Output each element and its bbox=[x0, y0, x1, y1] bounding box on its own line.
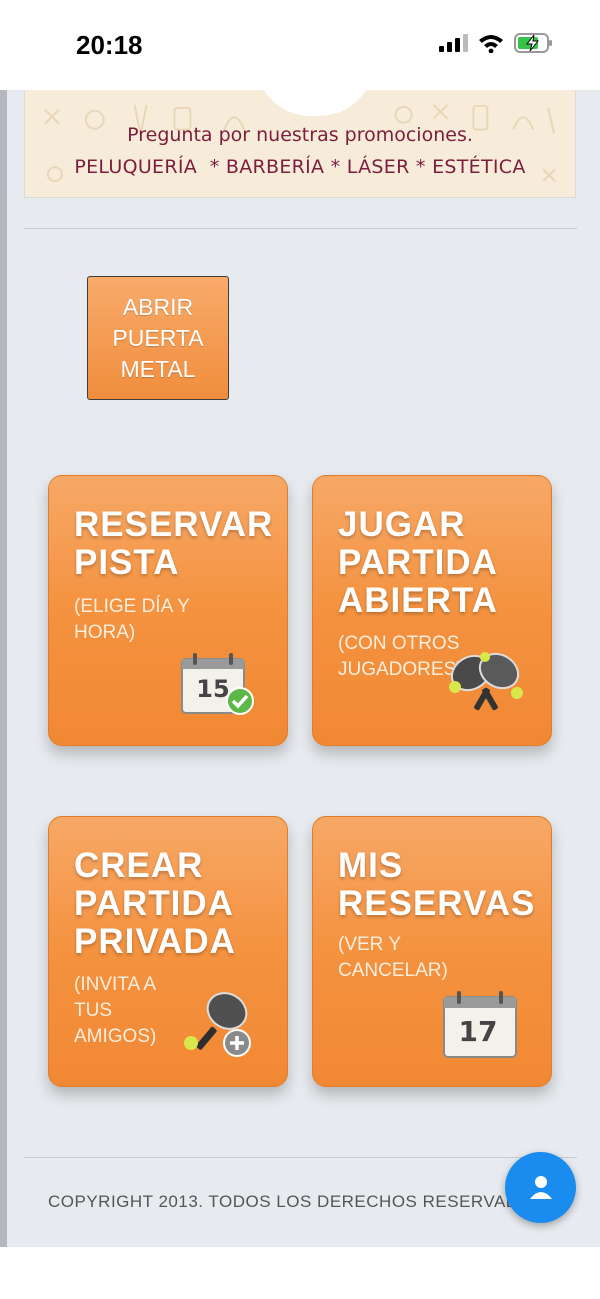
battery-charging-icon bbox=[514, 33, 552, 53]
calendar-check-icon: 15 bbox=[181, 653, 254, 715]
calendar-day-17: 17 bbox=[459, 1015, 498, 1048]
page-left-edge bbox=[0, 90, 7, 1247]
divider-bottom bbox=[24, 1157, 577, 1158]
open-metal-door-button[interactable]: ABRIR PUERTA METAL bbox=[87, 276, 229, 400]
status-icons bbox=[438, 32, 554, 54]
bottom-safe-area bbox=[0, 1247, 600, 1299]
status-bar: 20:18 bbox=[0, 0, 600, 90]
user-icon bbox=[529, 1175, 552, 1199]
banner-services-text: PELUQUERÍA * BARBERÍA * LÁSER * ESTÉTICA bbox=[74, 156, 526, 178]
tile-my-bookings[interactable]: MIS RESERVAS (VER Y CANCELAR) 17 bbox=[312, 816, 552, 1087]
tile-title: RESERVAR PISTA bbox=[74, 505, 274, 582]
wifi-icon bbox=[479, 35, 503, 53]
tile-title: JUGAR PARTIDA ABIERTA bbox=[338, 505, 498, 620]
tile-title: MIS RESERVAS bbox=[338, 846, 536, 923]
tile-private-match[interactable]: CREAR PARTIDA PRIVADA (INVITA A TUS AMIG… bbox=[48, 816, 288, 1087]
tile-title: CREAR PARTIDA PRIVADA bbox=[74, 846, 236, 961]
signal-icon bbox=[439, 34, 468, 52]
tile-open-match[interactable]: JUGAR PARTIDA ABIERTA (CON OTROS JUGADOR… bbox=[312, 475, 552, 746]
status-time: 20:18 bbox=[76, 30, 143, 60]
tile-book-court[interactable]: RESERVAR PISTA (ELIGE DÍA Y HORA) 15 bbox=[48, 475, 288, 746]
calendar-icon: 17 bbox=[443, 991, 517, 1058]
promo-banner[interactable]: Pregunta por nuestras promociones. PELUQ… bbox=[24, 90, 576, 198]
calendar-day-15: 15 bbox=[196, 675, 229, 703]
divider-top bbox=[24, 228, 577, 229]
banner-promo-text: Pregunta por nuestras promociones. bbox=[127, 124, 473, 146]
user-fab-button[interactable] bbox=[505, 1152, 576, 1223]
tile-subtitle: (ELIGE DÍA Y HORA) bbox=[74, 596, 190, 643]
tile-subtitle: (VER Y CANCELAR) bbox=[338, 934, 448, 981]
padel-rackets-icon bbox=[449, 652, 523, 711]
padel-racket-add-icon bbox=[184, 992, 251, 1057]
copyright-text: COPYRIGHT 2013. TODOS LOS DERECHOS RESER… bbox=[48, 1192, 518, 1211]
